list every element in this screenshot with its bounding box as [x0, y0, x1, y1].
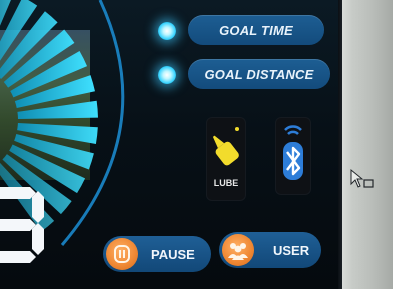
- goal-time-label: GOAL TIME: [219, 22, 293, 38]
- pause-button[interactable]: PAUSE: [103, 236, 211, 272]
- user-label: USER: [273, 243, 310, 258]
- bluetooth-icon: [283, 125, 303, 180]
- lube-bottle-icon: [212, 127, 239, 166]
- lube-label: LUBE: [213, 178, 239, 188]
- goal-distance-indicator-light: [158, 66, 176, 84]
- treadmill-console-panel: GOAL TIME GOAL DISTANCE LUBE PAUSE USER: [0, 0, 345, 289]
- pause-label: PAUSE: [151, 247, 195, 262]
- speed-arc-outline: [60, 0, 125, 246]
- goal-time-indicator-light: [158, 22, 176, 40]
- bluetooth-indicator: [276, 118, 310, 194]
- speed-digit-display: [0, 187, 44, 263]
- goal-time-button[interactable]: GOAL TIME: [188, 15, 324, 45]
- pause-icon: [106, 238, 138, 270]
- console-bezel: [342, 0, 393, 289]
- goal-distance-label: GOAL DISTANCE: [204, 66, 314, 82]
- user-button[interactable]: USER: [219, 232, 321, 268]
- cursor-arrow-icon: [350, 168, 374, 188]
- users-icon: [222, 234, 254, 266]
- goal-distance-button[interactable]: GOAL DISTANCE: [188, 59, 330, 89]
